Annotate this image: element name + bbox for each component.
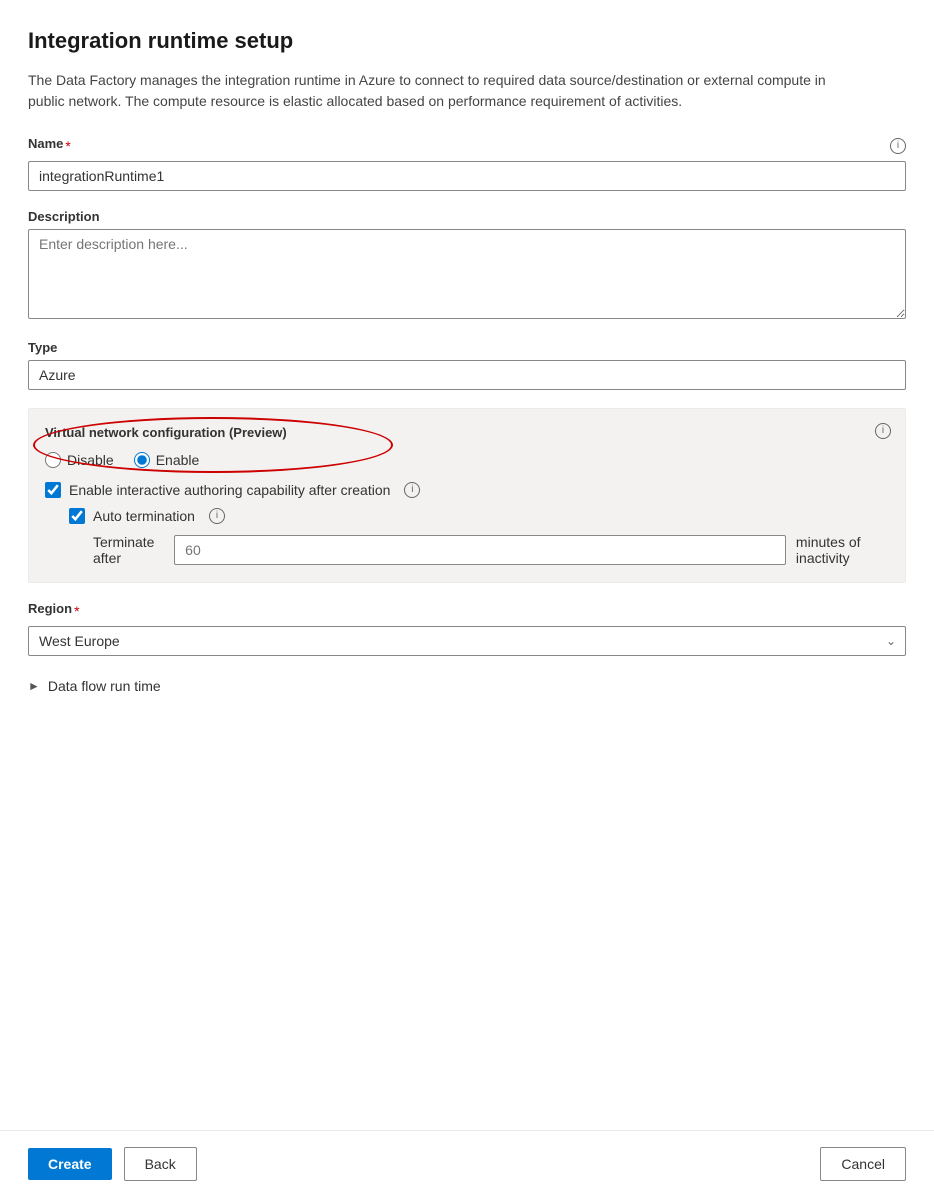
terminate-prefix: Terminate after: [93, 534, 164, 566]
interactive-authoring-checkbox[interactable]: [45, 482, 61, 498]
dataflow-runtime-row[interactable]: ► Data flow run time: [28, 674, 906, 698]
vnet-section-title: Virtual network configuration (Preview): [45, 425, 889, 440]
auto-termination-checkbox[interactable]: [69, 508, 85, 524]
auto-termination-text: Auto termination: [93, 508, 195, 524]
description-field-group: Description: [28, 209, 906, 322]
disable-radio[interactable]: [45, 452, 61, 468]
page-footer: Create Back Cancel: [0, 1130, 934, 1197]
type-label: Type: [28, 340, 906, 355]
disable-radio-text: Disable: [67, 452, 114, 468]
disable-radio-label[interactable]: Disable: [45, 452, 114, 468]
interactive-authoring-text: Enable interactive authoring capability …: [69, 482, 390, 498]
interactive-authoring-label[interactable]: Enable interactive authoring capability …: [45, 482, 889, 498]
name-info-icon[interactable]: i: [890, 138, 906, 154]
name-required-star: *: [65, 138, 70, 154]
vnet-radio-group: Disable Enable: [45, 452, 889, 468]
region-label: Region: [28, 601, 72, 616]
interactive-authoring-info-icon[interactable]: i: [404, 482, 420, 498]
enable-radio-label[interactable]: Enable: [134, 452, 200, 468]
name-input[interactable]: [28, 161, 906, 191]
enable-radio-text: Enable: [156, 452, 200, 468]
cancel-button[interactable]: Cancel: [820, 1147, 906, 1181]
create-button[interactable]: Create: [28, 1148, 112, 1180]
region-select-wrapper: West Europe East US West US North Europe…: [28, 626, 906, 656]
region-required-star: *: [74, 603, 79, 619]
description-label: Description: [28, 209, 906, 224]
terminate-suffix: minutes of inactivity: [796, 534, 889, 566]
type-field-group: Type: [28, 340, 906, 390]
name-field-group: Name * i: [28, 136, 906, 191]
name-label: Name: [28, 136, 63, 151]
page-title: Integration runtime setup: [28, 28, 906, 54]
description-input[interactable]: [28, 229, 906, 319]
vnet-annotation-wrapper: Virtual network configuration (Preview) …: [45, 425, 889, 468]
terminate-row: Terminate after minutes of inactivity: [93, 534, 889, 566]
dataflow-label: Data flow run time: [48, 678, 161, 694]
back-button[interactable]: Back: [124, 1147, 197, 1181]
vnet-section: i Virtual network configuration (Preview…: [28, 408, 906, 583]
enable-radio[interactable]: [134, 452, 150, 468]
terminate-input[interactable]: [174, 535, 786, 565]
dataflow-chevron-icon: ►: [28, 679, 40, 693]
type-input: [28, 360, 906, 390]
auto-termination-label[interactable]: Auto termination i: [69, 508, 889, 524]
region-select[interactable]: West Europe East US West US North Europe…: [28, 626, 906, 656]
region-field-group: Region * West Europe East US West US Nor…: [28, 601, 906, 656]
auto-termination-info-icon[interactable]: i: [209, 508, 225, 524]
page-description: The Data Factory manages the integration…: [28, 70, 848, 112]
